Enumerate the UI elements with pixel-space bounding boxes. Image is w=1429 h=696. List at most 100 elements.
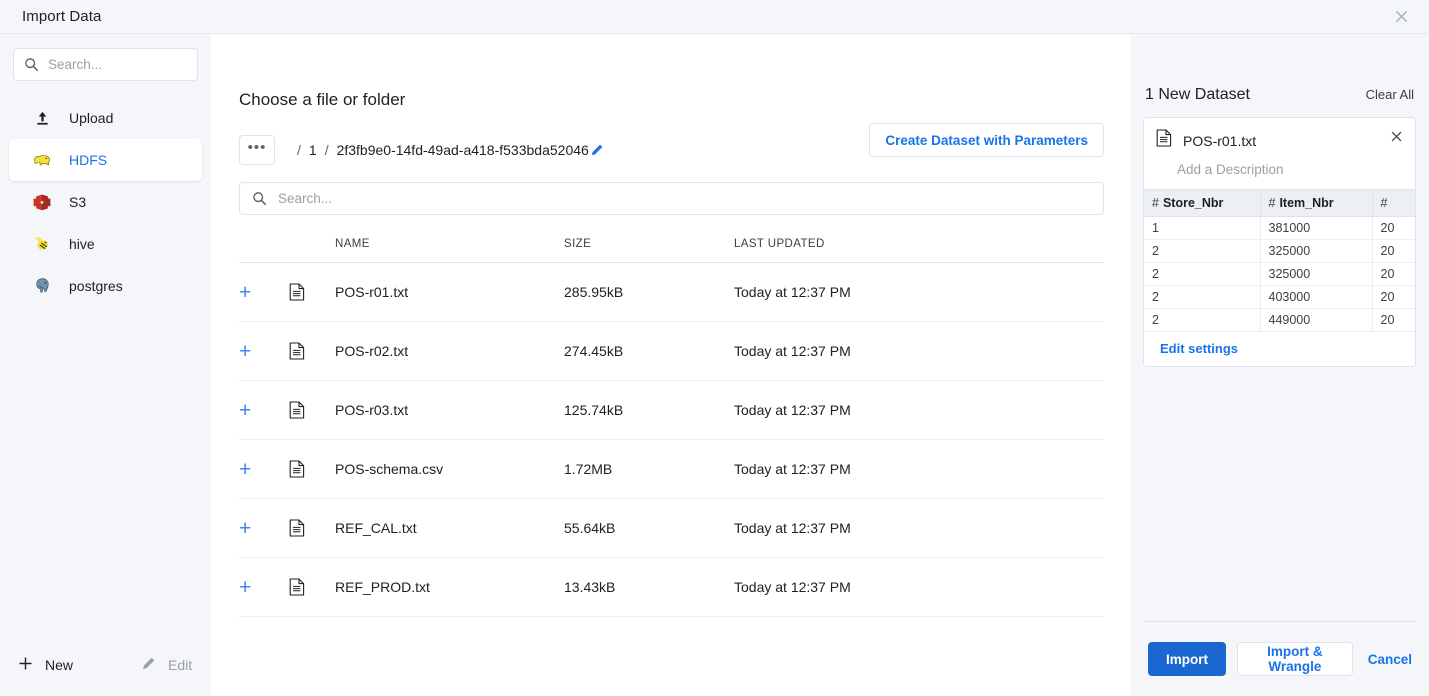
sidebar-item-hdfs[interactable]: HDFS (9, 139, 202, 181)
file-last-updated: Today at 12:37 PM (734, 343, 851, 359)
plus-icon (18, 656, 33, 674)
sidebar-item-label: S3 (69, 194, 87, 210)
table-row[interactable]: + POS-schema.csv 1.72MB Today at 12:37 PM (239, 440, 1104, 499)
sidebar-item-hive[interactable]: hive (9, 223, 202, 265)
preview-row: 1 381000 20 (1144, 216, 1415, 240)
new-dataset-title: 1 New Dataset (1145, 86, 1250, 103)
file-icon (289, 519, 335, 537)
table-row[interactable]: + POS-r03.txt 125.74kB Today at 12:37 PM (239, 381, 1104, 440)
breadcrumb-overflow-button[interactable]: ••• (239, 135, 275, 165)
file-name: POS-r03.txt (335, 402, 409, 418)
dataset-description-input[interactable]: Add a Description (1156, 152, 1403, 189)
breadcrumb-item-current[interactable]: 2f3fb9e0-14fd-49ad-a418-f533bda52046 (337, 142, 589, 158)
edit-settings-link[interactable]: Edit settings (1144, 332, 1415, 366)
import-data-dialog: Import Data Search... Upload HDFS S3 hiv… (0, 0, 1429, 696)
file-table-body: + POS-r01.txt 285.95kB Today at 12:37 PM + PO… (239, 263, 1104, 617)
file-icon (289, 578, 335, 596)
file-last-updated: Today at 12:37 PM (734, 461, 851, 477)
main-content: Choose a file or folder Create Dataset w… (211, 34, 1130, 696)
add-file-button[interactable]: + (239, 282, 289, 303)
file-table-header: NAME SIZE LAST UPDATED (239, 233, 1104, 263)
dataset-file-name: POS-r01.txt (1183, 132, 1257, 149)
sidebar-nav: Upload HDFS S3 hive postgres (0, 97, 211, 307)
breadcrumb-edit-pencil-icon[interactable] (590, 143, 604, 157)
preview-cell: 1 (1144, 216, 1261, 240)
search-icon (252, 191, 267, 206)
breadcrumb-separator: / (297, 142, 301, 158)
dataset-preview-table: # Store_Nbr # Item_Nbr # 1 381000 20 2 325000 2… (1144, 189, 1415, 332)
file-last-updated: Today at 12:37 PM (734, 402, 851, 418)
page-title: Choose a file or folder (239, 90, 406, 109)
dialog-titlebar: Import Data (0, 0, 1429, 34)
file-search-box[interactable] (239, 182, 1104, 215)
file-icon (289, 460, 335, 478)
file-name: REF_PROD.txt (335, 579, 430, 595)
table-row[interactable]: + REF_CAL.txt 55.64kB Today at 12:37 PM (239, 499, 1104, 558)
table-row[interactable]: + POS-r02.txt 274.45kB Today at 12:37 PM (239, 322, 1104, 381)
sidebar-item-label: postgres (69, 278, 123, 294)
preview-cell: 325000 (1260, 262, 1373, 286)
import-and-wrangle-button[interactable]: Import & Wrangle (1237, 642, 1353, 676)
sidebar-search-box[interactable] (13, 48, 198, 81)
file-name: REF_CAL.txt (335, 520, 417, 536)
sidebar-item-label: Upload (69, 110, 114, 126)
file-name: POS-r01.txt (335, 284, 409, 300)
preview-row: 2 325000 20 (1144, 239, 1415, 263)
preview-header-row: # Store_Nbr # Item_Nbr # (1144, 189, 1415, 217)
close-icon[interactable] (1387, 3, 1415, 31)
sidebar-item-postgres[interactable]: postgres (9, 265, 202, 307)
file-search-input[interactable] (278, 191, 1091, 206)
file-icon (289, 401, 335, 419)
sidebar-search-input[interactable] (48, 57, 187, 72)
postgres-elephant-icon (32, 276, 52, 296)
new-connection-button[interactable]: New (18, 656, 73, 674)
edit-connection-label: Edit (168, 657, 193, 673)
preview-column-header-clipped: # (1372, 189, 1415, 217)
breadcrumb-item-root[interactable]: 1 (309, 142, 317, 158)
file-icon (289, 283, 335, 301)
preview-cell: 2 (1144, 262, 1261, 286)
pencil-icon (141, 656, 156, 674)
add-file-button[interactable]: + (239, 518, 289, 539)
sidebar-item-upload[interactable]: Upload (9, 97, 202, 139)
table-row[interactable]: + POS-r01.txt 285.95kB Today at 12:37 PM (239, 263, 1104, 322)
import-button[interactable]: Import (1148, 642, 1226, 676)
clear-all-button[interactable]: Clear All (1366, 87, 1414, 102)
file-size: 13.43kB (564, 579, 616, 595)
sidebar-item-s3[interactable]: S3 (9, 181, 202, 223)
preview-column-label: Store_Nbr (1162, 196, 1224, 210)
file-last-updated: Today at 12:37 PM (734, 520, 851, 536)
file-name: POS-r02.txt (335, 343, 409, 359)
edit-connection-button[interactable]: Edit (141, 656, 192, 674)
column-header-last-updated: LAST UPDATED (734, 237, 825, 250)
preview-cell: 2 (1144, 239, 1261, 263)
remove-dataset-icon[interactable] (1386, 126, 1406, 146)
sidebar-item-label: hive (69, 236, 95, 252)
column-header-size: SIZE (564, 237, 592, 250)
create-dataset-with-parameters-button[interactable]: Create Dataset with Parameters (869, 123, 1104, 157)
upload-icon (32, 108, 52, 128)
preview-cell: 20 (1372, 262, 1415, 286)
search-icon (24, 57, 39, 72)
dialog-body: Upload HDFS (0, 34, 1429, 696)
preview-cell: 2 (1144, 285, 1261, 309)
hadoop-elephant-icon (32, 150, 52, 170)
file-last-updated: Today at 12:37 PM (734, 579, 851, 595)
cancel-button[interactable]: Cancel (1364, 652, 1416, 667)
preview-cell: 2 (1144, 308, 1261, 332)
file-size: 285.95kB (564, 284, 624, 300)
preview-cell: 449000 (1260, 308, 1373, 332)
preview-cell: 381000 (1260, 216, 1373, 240)
file-icon (289, 342, 335, 360)
preview-cell: 20 (1372, 285, 1415, 309)
table-row[interactable]: + REF_PROD.txt 13.43kB Today at 12:37 PM (239, 558, 1104, 617)
add-file-button[interactable]: + (239, 577, 289, 598)
numeric-type-icon: # (1152, 196, 1159, 210)
add-file-button[interactable]: + (239, 459, 289, 480)
new-dataset-panel: 1 New Dataset Clear All POS-r01.txt Add … (1130, 34, 1429, 696)
add-file-button[interactable]: + (239, 341, 289, 362)
add-file-button[interactable]: + (239, 400, 289, 421)
preview-column-header-item-nbr: # Item_Nbr (1260, 189, 1373, 217)
preview-cell: 403000 (1260, 285, 1373, 309)
numeric-type-icon: # (1380, 196, 1388, 210)
